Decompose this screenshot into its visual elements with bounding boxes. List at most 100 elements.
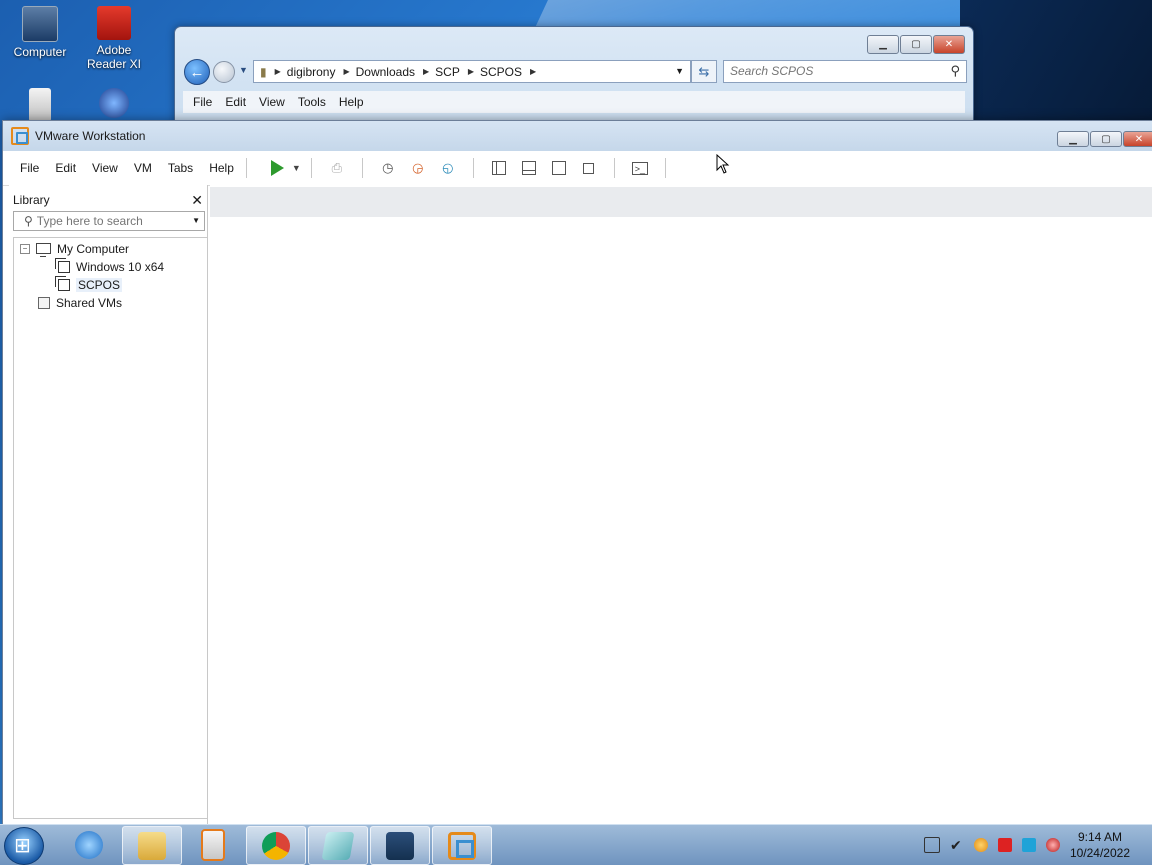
tree-node-label: Windows 10 x64 (76, 259, 165, 274)
explorer-search-input[interactable] (724, 61, 936, 80)
breadcrumb-item[interactable]: SCPOS (480, 65, 522, 79)
clock-date: 10/24/2022 (1069, 846, 1130, 860)
computer-icon (22, 6, 58, 42)
back-button[interactable]: ← (184, 59, 210, 85)
desktop-icon-label: Adobe Reader XI (86, 43, 142, 71)
media-player-icon (201, 828, 225, 861)
maximize-button[interactable]: ▢ (1090, 131, 1122, 147)
desktop-icon-adobe-reader[interactable]: Adobe Reader XI (74, 6, 154, 71)
tree-node-label: Shared VMs (56, 295, 123, 310)
tree-node-my-computer[interactable]: − My Computer (20, 240, 129, 257)
taskbar-media-player[interactable] (184, 826, 242, 863)
library-search-input[interactable] (32, 214, 181, 228)
volume-icon[interactable] (1045, 838, 1060, 852)
menu-help[interactable]: Help (339, 95, 364, 109)
minimize-button[interactable]: ▁ (867, 35, 899, 54)
address-bar[interactable]: ▮ ▶ digibrony ▶ Downloads ▶ SCP ▶ SCPOS … (253, 60, 691, 83)
recycle-bin-icon (29, 88, 51, 122)
taskbar-vmware[interactable] (432, 826, 492, 865)
library-title: Library (13, 193, 50, 207)
menu-vm[interactable]: VM (134, 161, 152, 175)
notepad-icon (321, 831, 355, 860)
maximize-button[interactable]: ▢ (900, 35, 932, 54)
menu-file[interactable]: File (193, 95, 212, 109)
clock-time: 9:14 AM (1077, 830, 1122, 844)
library-panel: Library ✕ ⚲ ▼ − My Computer Windows 10 x… (9, 185, 208, 825)
menu-view[interactable]: View (92, 161, 118, 175)
console-view-icon[interactable]: >_ (631, 159, 649, 177)
revert-snapshot-icon[interactable]: ◶ (409, 159, 427, 177)
toolbar-separator (664, 158, 666, 178)
desktop-icon-media[interactable] (74, 88, 154, 121)
menu-tools[interactable]: Tools (298, 95, 326, 109)
chevron-right-icon[interactable]: ▶ (530, 67, 536, 76)
close-library-icon[interactable]: ✕ (191, 192, 203, 209)
chrome-icon (262, 831, 290, 860)
vmware-content-area[interactable] (210, 185, 1152, 825)
taskbar-internet-explorer[interactable] (60, 826, 118, 863)
menu-tabs[interactable]: Tabs (168, 161, 193, 175)
vmware-title-bar[interactable]: VMware Workstation ▁ ▢ ✕ (3, 121, 1152, 151)
chevron-right-icon[interactable]: ▶ (423, 67, 429, 76)
folder-icon (138, 831, 166, 860)
system-clock[interactable]: 9:14 AM 10/24/2022 (1070, 829, 1130, 861)
snapshot-manager-icon[interactable]: ◵ (439, 159, 457, 177)
forward-button[interactable] (213, 61, 235, 83)
close-button[interactable]: ✕ (933, 35, 965, 54)
power-dropdown-icon[interactable]: ▼ (292, 163, 301, 173)
menu-help[interactable]: Help (209, 161, 234, 175)
taskbar-virtualbox[interactable] (370, 826, 430, 865)
chevron-right-icon[interactable]: ▶ (468, 67, 474, 76)
show-library-icon[interactable] (490, 159, 508, 177)
internet-explorer-icon (75, 830, 103, 859)
magnifier-icon[interactable] (973, 838, 988, 852)
full-screen-icon[interactable] (550, 159, 568, 177)
taskbar-chrome[interactable] (246, 826, 306, 865)
tree-node-shared-vms[interactable]: Shared VMs (38, 294, 122, 311)
taskbar-file-explorer[interactable] (122, 826, 182, 865)
power-on-icon[interactable] (270, 160, 284, 176)
chevron-right-icon[interactable]: ▶ (343, 67, 349, 76)
explorer-menu-bar: File Edit View Tools Help (183, 91, 965, 113)
menu-edit[interactable]: Edit (225, 95, 246, 109)
library-search[interactable]: ⚲ ▼ (13, 211, 205, 231)
tab-bar (210, 187, 1152, 217)
menu-view[interactable]: View (259, 95, 285, 109)
search-dropdown-icon[interactable]: ▼ (192, 216, 200, 225)
vm-icon (55, 257, 70, 273)
show-hidden-icons-icon[interactable] (923, 837, 940, 853)
checkmark-icon[interactable]: ✔ (950, 838, 964, 852)
address-dropdown-icon[interactable]: ▼ (675, 66, 684, 76)
breadcrumb-item[interactable]: SCP (435, 65, 460, 79)
close-button[interactable]: ✕ (1123, 131, 1152, 147)
send-ctrl-alt-del-icon[interactable]: ⎙ (328, 159, 346, 177)
tree-node-label: SCPOS (76, 277, 123, 292)
refresh-button[interactable]: ⇆ (691, 60, 717, 83)
vmware-window[interactable]: VMware Workstation ▁ ▢ ✕ File Edit View … (2, 120, 1152, 826)
tree-node-vm-selected[interactable]: SCPOS (55, 275, 123, 293)
breadcrumb-item[interactable]: Downloads (356, 65, 415, 79)
breadcrumb-item[interactable]: digibrony (287, 65, 336, 79)
network-icon[interactable] (1021, 838, 1036, 852)
unity-icon[interactable] (580, 159, 598, 177)
explorer-search[interactable]: ⚲ (723, 60, 967, 83)
action-center-flag-icon[interactable] (997, 838, 1012, 852)
show-thumbnail-bar-icon[interactable] (520, 159, 538, 177)
start-button[interactable] (4, 827, 44, 865)
minimize-button[interactable]: ▁ (1057, 131, 1089, 147)
menu-file[interactable]: File (20, 161, 39, 175)
tree-node-vm[interactable]: Windows 10 x64 (55, 257, 165, 275)
collapse-icon[interactable]: − (20, 243, 30, 254)
snapshot-icon[interactable]: ◷ (379, 159, 397, 177)
search-icon[interactable]: ⚲ (950, 63, 960, 79)
history-dropdown[interactable]: ▼ (239, 65, 248, 75)
desktop-wallpaper-dark (960, 0, 1152, 130)
menu-edit[interactable]: Edit (55, 161, 76, 175)
toolbar-separator (613, 158, 615, 178)
desktop-icon-computer[interactable]: Computer (0, 6, 80, 59)
taskbar-notepad[interactable] (308, 826, 368, 865)
arrow-left-icon: ← (189, 63, 205, 81)
chevron-right-icon[interactable]: ▶ (275, 67, 281, 76)
library-header: Library ✕ (13, 191, 203, 209)
toolbar-separator (361, 158, 363, 178)
